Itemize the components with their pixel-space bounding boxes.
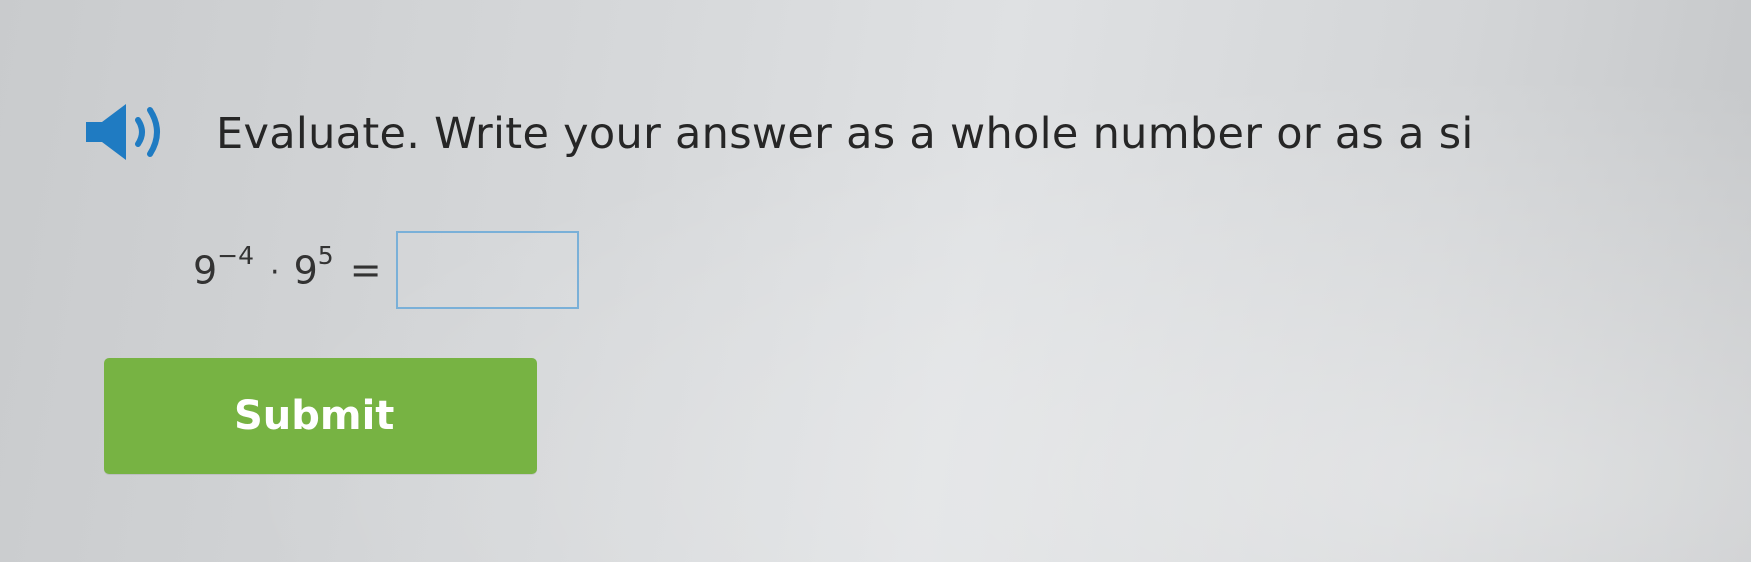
question-prompt: Evaluate. Write your answer as a whole n…	[216, 109, 1474, 159]
answer-input[interactable]	[395, 231, 579, 309]
exponent-2: 5	[317, 241, 334, 271]
equals-sign: =	[349, 248, 382, 292]
base-1: 9	[193, 248, 218, 293]
equation-term-2: 95	[293, 241, 334, 293]
speaker-icon[interactable]	[82, 100, 178, 164]
multiply-dot: ·	[270, 254, 280, 290]
base-2: 9	[293, 248, 318, 293]
exponent-1: −4	[217, 241, 255, 271]
equation-term-1: 9−4	[193, 241, 254, 293]
equation: 9−4 · 95 =	[193, 230, 579, 310]
submit-button[interactable]: Submit	[104, 358, 537, 474]
